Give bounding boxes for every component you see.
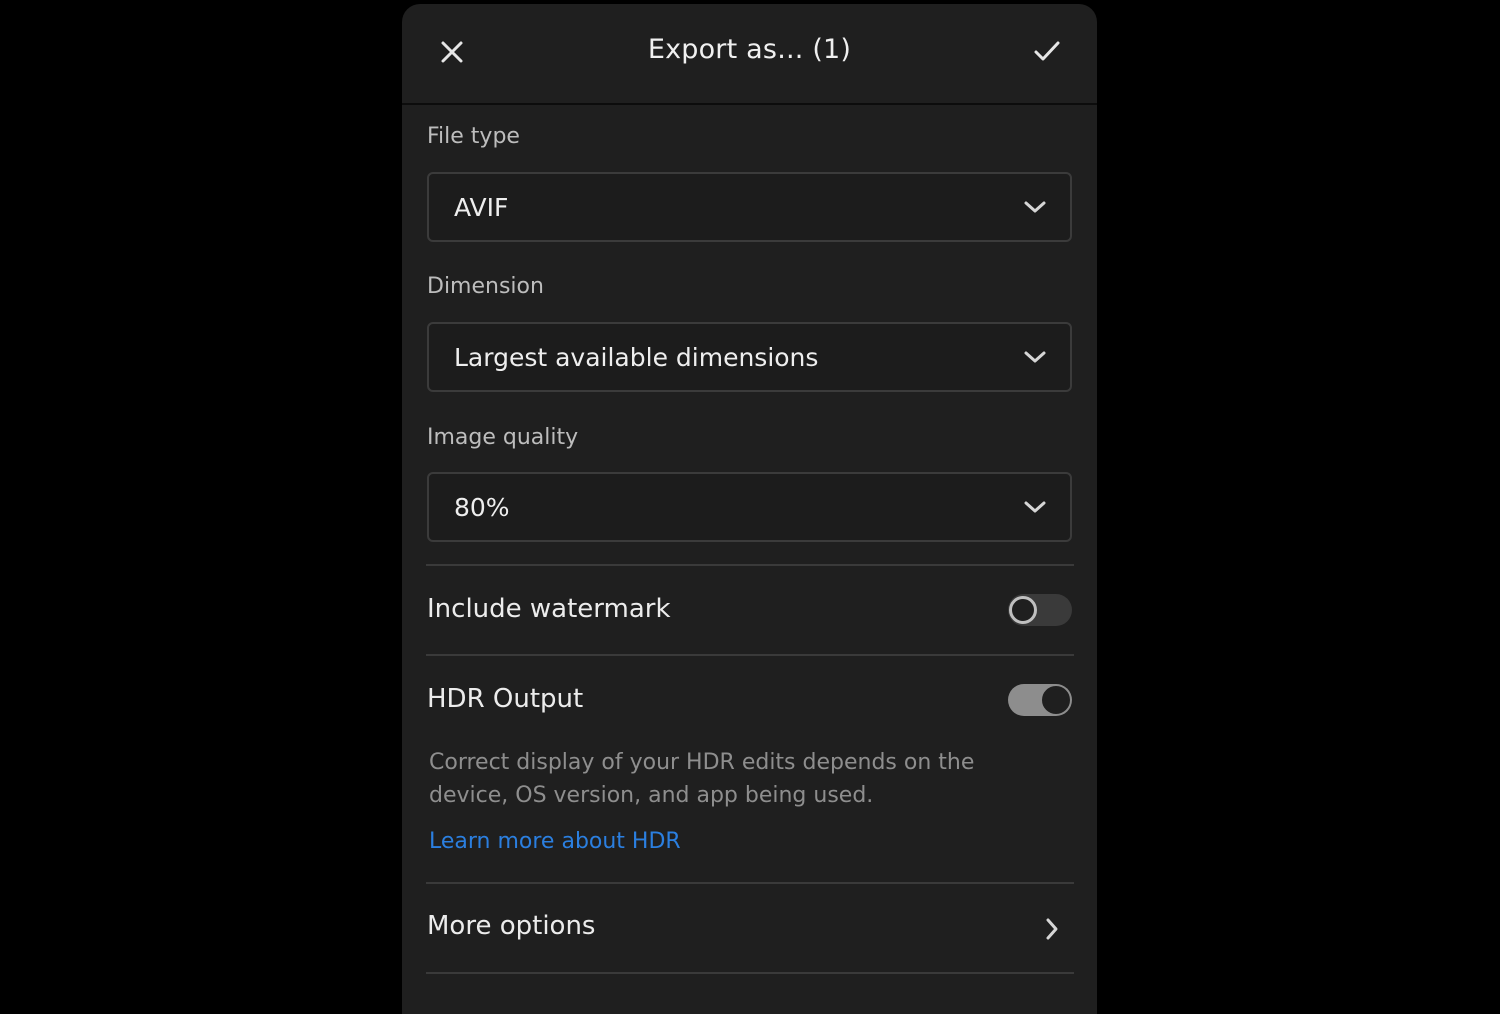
export-dialog: Export as... (1) File type AVIF Dimensio… xyxy=(402,4,1097,1014)
chevron-right-icon xyxy=(1046,918,1058,940)
hdr-output-toggle[interactable] xyxy=(1008,684,1072,716)
file-type-value: AVIF xyxy=(454,193,509,222)
learn-more-hdr-link[interactable]: Learn more about HDR xyxy=(429,829,681,854)
watermark-toggle[interactable] xyxy=(1008,594,1072,626)
dimension-select[interactable]: Largest available dimensions xyxy=(427,322,1072,392)
hdr-hint-text: Correct display of your HDR edits depend… xyxy=(429,750,975,808)
dimension-label: Dimension xyxy=(427,274,544,299)
chevron-down-icon xyxy=(1024,501,1046,513)
image-quality-value: 80% xyxy=(454,493,510,522)
divider xyxy=(426,882,1074,884)
confirm-button[interactable] xyxy=(1025,30,1069,74)
watermark-label: Include watermark xyxy=(427,594,671,624)
more-options-row[interactable]: More options xyxy=(402,886,1097,974)
image-quality-select[interactable]: 80% xyxy=(427,472,1072,542)
divider xyxy=(426,972,1074,974)
toggle-knob xyxy=(1009,596,1037,624)
divider xyxy=(426,564,1074,566)
checkmark-icon xyxy=(1034,41,1060,61)
dialog-title: Export as... (1) xyxy=(647,34,852,65)
chevron-down-icon xyxy=(1024,201,1046,213)
divider xyxy=(426,654,1074,656)
image-quality-label: Image quality xyxy=(427,425,579,450)
file-type-label: File type xyxy=(427,124,520,149)
toggle-knob xyxy=(1042,686,1070,714)
dialog-header: Export as... (1) xyxy=(402,4,1097,105)
file-type-select[interactable]: AVIF xyxy=(427,172,1072,242)
more-options-label: More options xyxy=(427,911,596,941)
dimension-value: Largest available dimensions xyxy=(454,343,819,372)
chevron-down-icon xyxy=(1024,351,1046,363)
hdr-output-label: HDR Output xyxy=(427,684,584,714)
